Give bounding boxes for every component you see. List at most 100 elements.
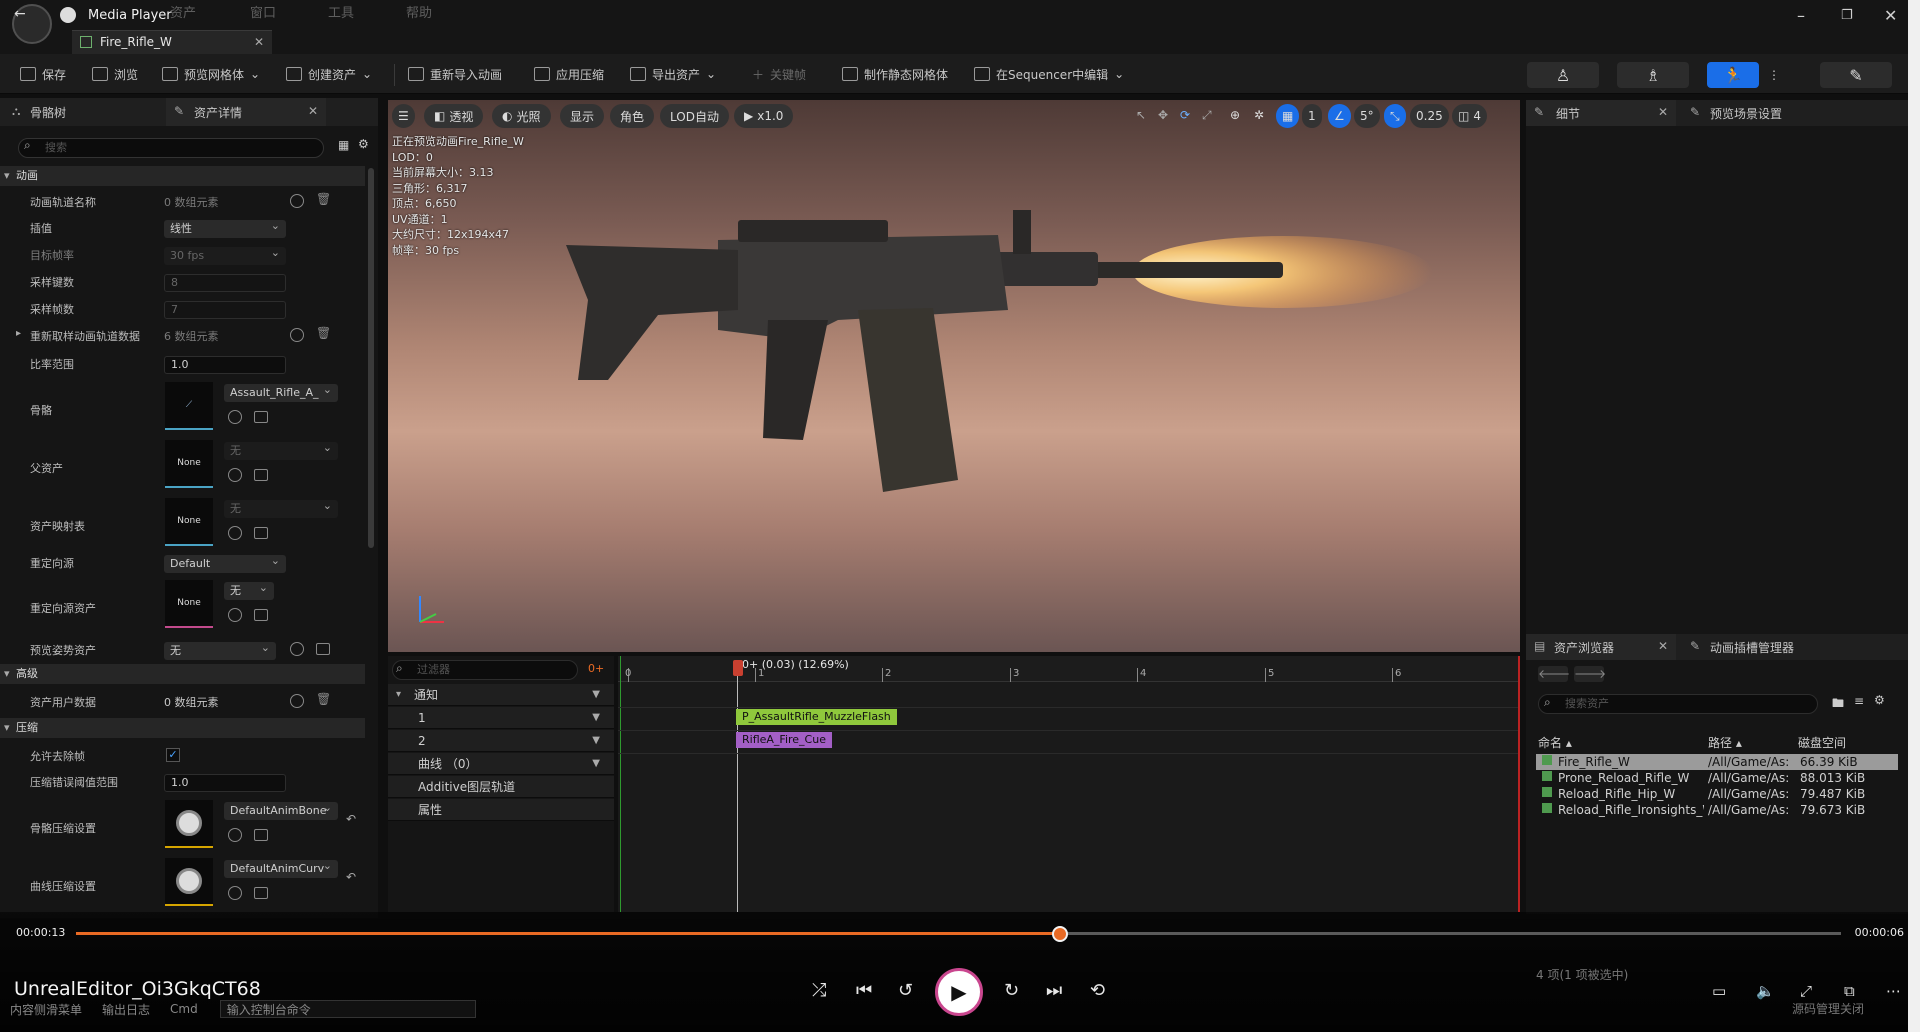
play-rate-button[interactable]: ▶ x1.0 [734, 104, 794, 128]
chevron-down-icon[interactable]: ▼ [592, 684, 600, 706]
asset-mapping-dropdown[interactable]: 无 [224, 497, 338, 518]
close-icon[interactable]: ✕ [308, 104, 318, 118]
asset-row[interactable]: Fire_Rifle_W /All/Game/As: 66.39 KiB [1536, 754, 1898, 770]
next-track-icon[interactable]: ⏭ [1046, 980, 1062, 1001]
chevron-down-icon[interactable]: ▼ [592, 730, 600, 752]
browse-folder-icon[interactable] [254, 469, 268, 481]
section-advanced[interactable]: 高级 [0, 664, 365, 684]
use-selected-icon[interactable] [228, 526, 242, 540]
volume-icon[interactable]: 🔈 [1756, 982, 1775, 1000]
use-selected-icon[interactable] [228, 828, 242, 842]
skeleton-mode-button[interactable]: ♙ [1527, 62, 1599, 88]
camera-speed-button[interactable]: ◫ 4 [1452, 104, 1487, 128]
curve-compression-thumbnail[interactable] [165, 858, 213, 906]
menu-item[interactable]: 帮助 [406, 2, 432, 21]
interpolation-dropdown[interactable]: 线性 [164, 217, 286, 238]
close-icon[interactable]: ✕ [254, 35, 264, 49]
current-frame-field[interactable]: 0+ [588, 662, 604, 675]
reimport-button[interactable]: 重新导入动画 [408, 62, 502, 86]
scale-snap-button[interactable]: ⤡ [1384, 104, 1406, 128]
content-drawer-button[interactable]: 内容侧滑菜单 [10, 1001, 82, 1018]
browse-folder-icon[interactable] [254, 527, 268, 539]
scale-size-button[interactable]: 0.25 [1410, 104, 1449, 128]
retarget-source-dropdown[interactable]: Default [164, 552, 286, 573]
use-selected-icon[interactable] [228, 886, 242, 900]
bone-compression-dropdown[interactable]: DefaultAnimBone [224, 802, 338, 820]
show-button[interactable]: 显示 [560, 104, 605, 128]
folder-icon[interactable]: 🖿 [1832, 694, 1844, 715]
key-button[interactable]: ＋ 关键帧 [752, 62, 806, 86]
preview-pose-dropdown[interactable]: 无 [164, 639, 276, 660]
retarget-asset-thumbnail[interactable]: None [165, 580, 213, 628]
play-button[interactable]: ▶ [935, 968, 983, 1016]
surface-snap-icon[interactable]: ✲ [1254, 108, 1264, 122]
cmd-dropdown[interactable]: Cmd [170, 1002, 198, 1016]
details-search-input[interactable]: 搜索 [18, 138, 324, 158]
grid-size-button[interactable]: 1 [1302, 104, 1322, 128]
tab-asset-details[interactable]: ✎ 资产详情 ✕ [166, 98, 326, 126]
close-icon[interactable]: ✕ [1658, 639, 1668, 653]
create-asset-button[interactable]: 创建资产 ⌄ [286, 62, 372, 86]
back-arrow-icon[interactable]: ← [14, 6, 26, 22]
close-icon[interactable]: ✕ [1658, 105, 1668, 119]
asset-row[interactable]: Reload_Rifle_Ironsights_W /All/Game/As: … [1536, 802, 1898, 818]
retarget-asset-dropdown[interactable]: 无 [224, 579, 274, 600]
lit-button[interactable]: ◐ 光照 [492, 104, 551, 128]
close-window-icon[interactable]: ✕ [1884, 6, 1897, 25]
forward-arrow-icon[interactable]: 🡒 [1574, 666, 1606, 682]
track-row-curves[interactable]: 曲线 （0） ▼ [388, 753, 614, 775]
skeleton-thumbnail[interactable]: ⟋ [165, 382, 213, 430]
rate-scale-input[interactable]: 1.0 [164, 356, 286, 374]
trash-icon[interactable]: 🗑 [316, 692, 331, 706]
rotate-icon[interactable]: ⟳ [1180, 108, 1190, 122]
timeline-ruler[interactable]: 0 1 2 3 4 5 6 0+ (0.03) (12.69%) [618, 656, 1520, 682]
skeleton-dropdown[interactable]: Assault_Rifle_A_ [224, 384, 338, 402]
more-options-icon[interactable]: ⋯ [1886, 982, 1901, 1000]
column-header-name[interactable]: 命名 ▴ [1538, 734, 1572, 751]
compression-error-input[interactable]: 1.0 [164, 774, 286, 792]
section-animation[interactable]: 动画 [0, 166, 365, 186]
trash-icon[interactable]: 🗑 [316, 192, 331, 206]
tab-details[interactable]: ✎ 细节 ✕ [1526, 100, 1676, 126]
scale-icon[interactable]: ⤢ [1202, 108, 1212, 123]
angle-snap-button[interactable]: ∠ [1328, 104, 1351, 128]
notify-muzzle-flash[interactable]: P_AssaultRifle_MuzzleFlash [736, 709, 897, 725]
source-control-status[interactable]: 源码管理关闭 [1792, 1000, 1864, 1017]
mini-view-icon[interactable]: ⧉ [1844, 982, 1855, 1000]
preview-viewport[interactable]: ☰ ◧ 透视 ◐ 光照 显示 角色 LOD自动 ▶ x1.0 ↖ ✥ ⟳ ⤢ ⊕ ✲ … [388, 100, 1520, 652]
column-header-path[interactable]: 路径 ▴ [1708, 734, 1742, 751]
asset-mapping-thumbnail[interactable]: None [165, 498, 213, 546]
edit-in-sequencer-button[interactable]: 在Sequencer中编辑 ⌄ [974, 62, 1124, 86]
asset-search-input[interactable]: 搜索资产 [1538, 694, 1818, 714]
notify-fire-cue[interactable]: RifleA_Fire_Cue [736, 732, 832, 748]
browse-folder-icon[interactable] [254, 609, 268, 621]
minimize-icon[interactable]: – [1797, 6, 1805, 25]
browse-folder-icon[interactable] [316, 643, 330, 655]
tab-asset-browser[interactable]: ▤ 资产浏览器 ✕ [1526, 634, 1676, 660]
apply-compression-button[interactable]: 应用压缩 [534, 62, 604, 86]
make-static-mesh-button[interactable]: 制作静态网格体 [842, 62, 948, 86]
reset-arrow-icon[interactable]: ↶ [346, 812, 356, 826]
captions-icon[interactable]: ▭ [1712, 982, 1726, 1000]
previous-track-icon[interactable]: ⏮ [856, 980, 872, 1001]
parent-asset-dropdown[interactable]: 无 [224, 439, 338, 460]
restore-icon[interactable]: ❐ [1841, 8, 1853, 23]
filter-icon[interactable]: ≡ [1854, 694, 1864, 708]
translate-icon[interactable]: ✥ [1158, 108, 1168, 122]
repeat-off-icon[interactable]: ⟲ [1090, 980, 1105, 1001]
table-view-icon[interactable]: ▦ [338, 138, 349, 152]
use-selected-icon[interactable] [290, 642, 304, 656]
character-button[interactable]: 角色 [610, 104, 655, 128]
track-filter-input[interactable]: 过滤器 [392, 660, 578, 680]
framerate-dropdown[interactable]: 30 fps [164, 244, 286, 265]
track-row[interactable]: 2 ▼ [388, 730, 614, 752]
export-asset-button[interactable]: 导出资产 ⌄ [630, 62, 716, 86]
gear-icon[interactable]: ⚙ [1874, 693, 1885, 707]
seek-bar-handle[interactable] [1051, 926, 1068, 942]
add-element-icon[interactable] [290, 194, 304, 208]
chevron-down-icon[interactable]: ▼ [592, 707, 600, 729]
track-row[interactable]: 1 ▼ [388, 707, 614, 729]
animation-mode-button[interactable]: 🏃 [1707, 62, 1759, 88]
menu-item[interactable]: 工具 [328, 2, 354, 21]
track-row-additive[interactable]: Additive图层轨道 [388, 776, 614, 798]
